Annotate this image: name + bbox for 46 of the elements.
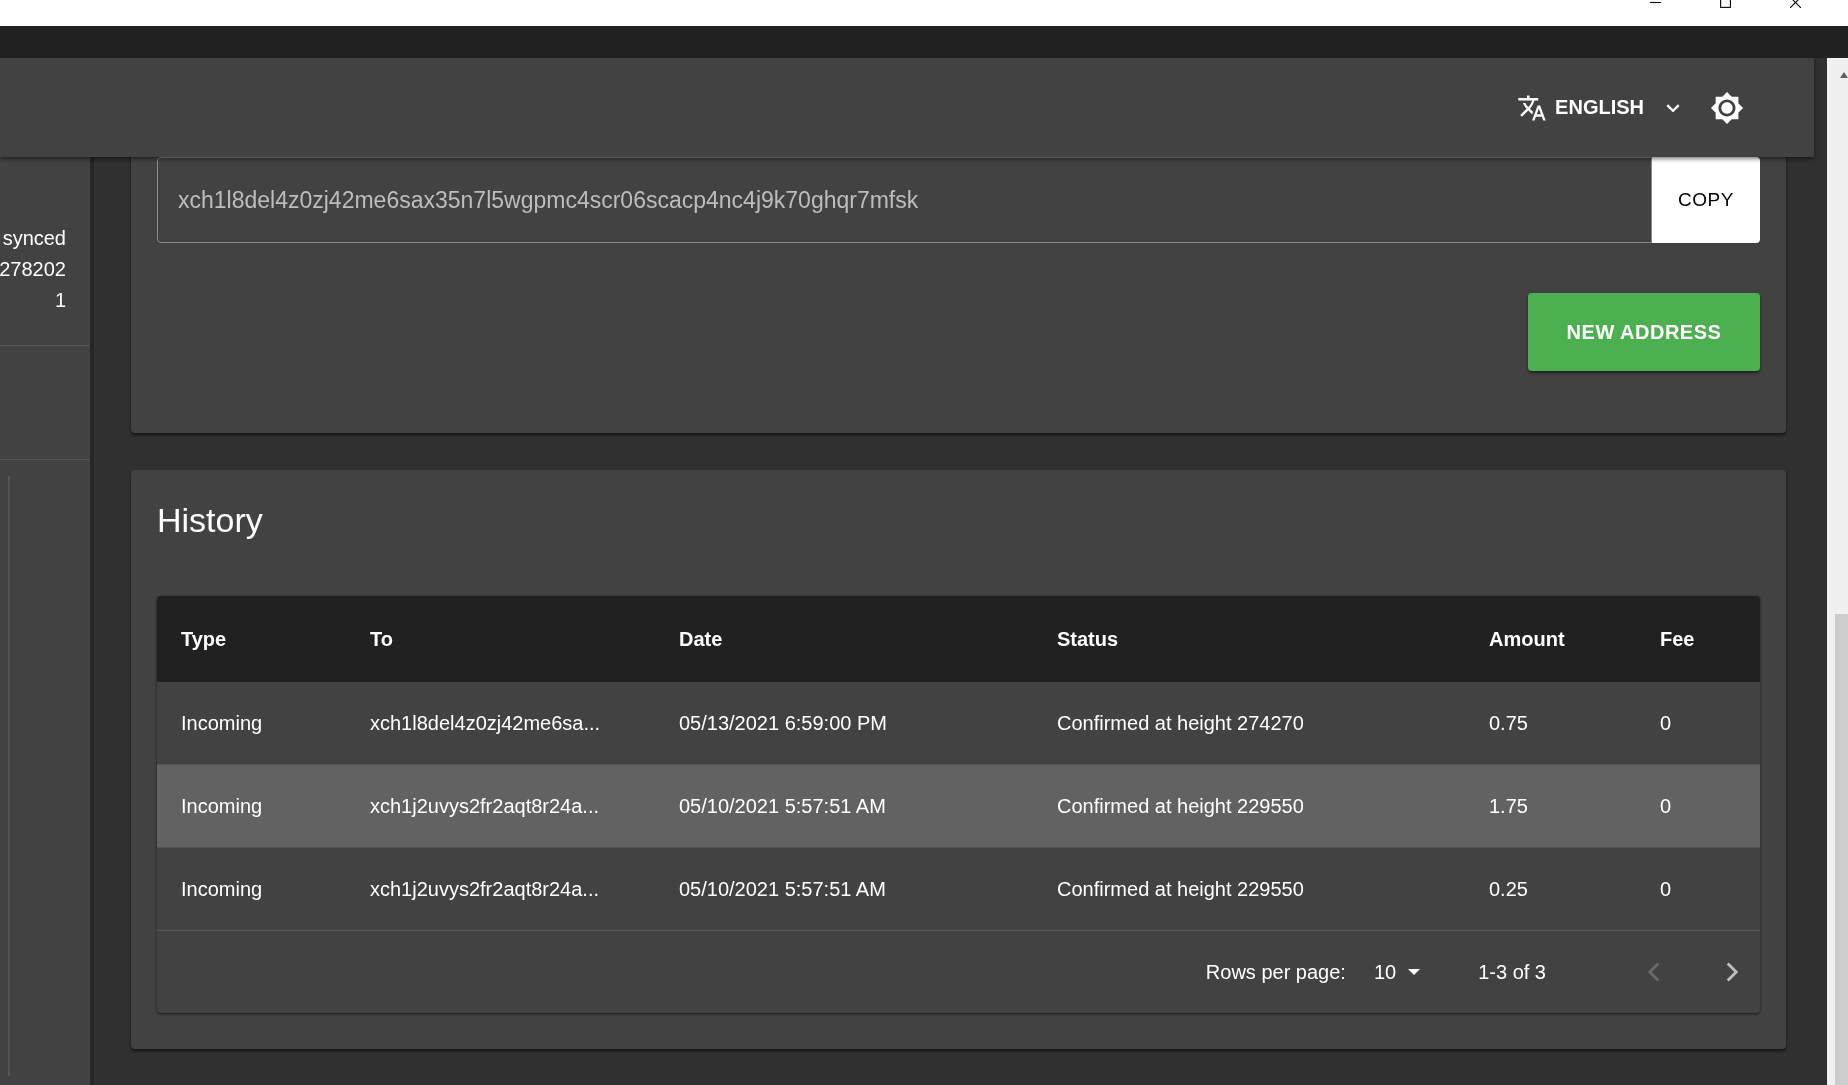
brightness-icon[interactable]	[1710, 90, 1744, 125]
column-header[interactable]: Status	[1057, 627, 1489, 651]
table-cell-text: Confirmed at height 229550	[1057, 877, 1305, 901]
language-button[interactable]: ENGLISH	[1511, 86, 1686, 129]
table-cell-text: 05/13/2021 6:59:00 PM	[679, 711, 888, 735]
table-cell-text: 0	[1660, 877, 1673, 901]
chevron-left-icon	[1648, 962, 1660, 982]
table-cell-text: xch1j2uvys2fr2aqt8r24a...	[370, 794, 601, 818]
table-cell-text: Incoming	[180, 877, 264, 901]
table-cell-text: Incoming	[180, 711, 264, 735]
table-cell-text: xch1j2uvys2fr2aqt8r24a...	[370, 877, 601, 901]
address-value: xch1l8del4z0zj42me6sax35n7l5wgpmc4scr06scacp4nc4j9k70ghqr7mfsk	[178, 186, 919, 214]
table-cell-text: 0.75	[1489, 711, 1529, 735]
address-field[interactable]: xch1l8del4z0zj42me6sax35n7l5wgpmc4scr06scacp4nc4j9k70ghqr7mfsk	[157, 157, 1652, 243]
chevron-right-icon	[1726, 962, 1738, 982]
table-cell-text: Confirmed at height 274270	[1057, 711, 1305, 735]
sidebar-text: 278202	[0, 257, 66, 281]
column-header[interactable]: Fee	[1660, 627, 1760, 651]
column-header[interactable]: Amount	[1489, 627, 1660, 651]
sidebar-text: 1	[54, 288, 66, 312]
close-icon[interactable]	[1788, 0, 1802, 9]
table-cell-text: 0.25	[1489, 877, 1529, 901]
table-row[interactable]: Incoming xch1j2uvys2fr2aqt8r24a... 05/10/2021 5:57:51 AM Confirmed at height 229550 0.25 0	[157, 848, 1760, 931]
maximize-icon[interactable]	[1718, 0, 1732, 9]
sidebar-text: synced	[2, 226, 66, 250]
table-row[interactable]: Incoming xch1j2uvys2fr2aqt8r24a... 05/10/2021 5:57:51 AM Confirmed at height 229550 1.75 0	[157, 765, 1760, 848]
column-header[interactable]: Type	[157, 627, 370, 651]
chevron-down-icon	[1666, 103, 1680, 112]
table-cell-text: 0	[1660, 794, 1673, 818]
scroll-up-arrow-icon[interactable]	[1839, 71, 1848, 79]
table-cell-text: 05/10/2021 5:57:51 AM	[679, 794, 887, 818]
dropdown-caret-icon	[1408, 969, 1421, 975]
copy-button[interactable]: COPY	[1652, 157, 1760, 243]
table-cell-text: 1.75	[1489, 794, 1529, 818]
rows-per-page-select[interactable]: 10	[1367, 956, 1427, 988]
table-cell-text: xch1l8del4z0zj42me6sa...	[370, 711, 602, 735]
table-cell-text: 0	[1660, 711, 1673, 735]
table-cell-text: Confirmed at height 229550	[1057, 794, 1305, 818]
page-range: 1-3 of 3	[1478, 960, 1546, 984]
table-cell-text: 05/10/2021 5:57:51 AM	[679, 877, 887, 901]
scrollbar-thumb[interactable]	[1835, 614, 1848, 1085]
rows-per-page-label: Rows per page:	[1205, 960, 1346, 984]
history-title: History	[157, 500, 264, 541]
table-cell-text: Incoming	[180, 794, 264, 818]
column-header[interactable]: Date	[679, 627, 1057, 651]
column-header[interactable]: To	[370, 627, 679, 651]
